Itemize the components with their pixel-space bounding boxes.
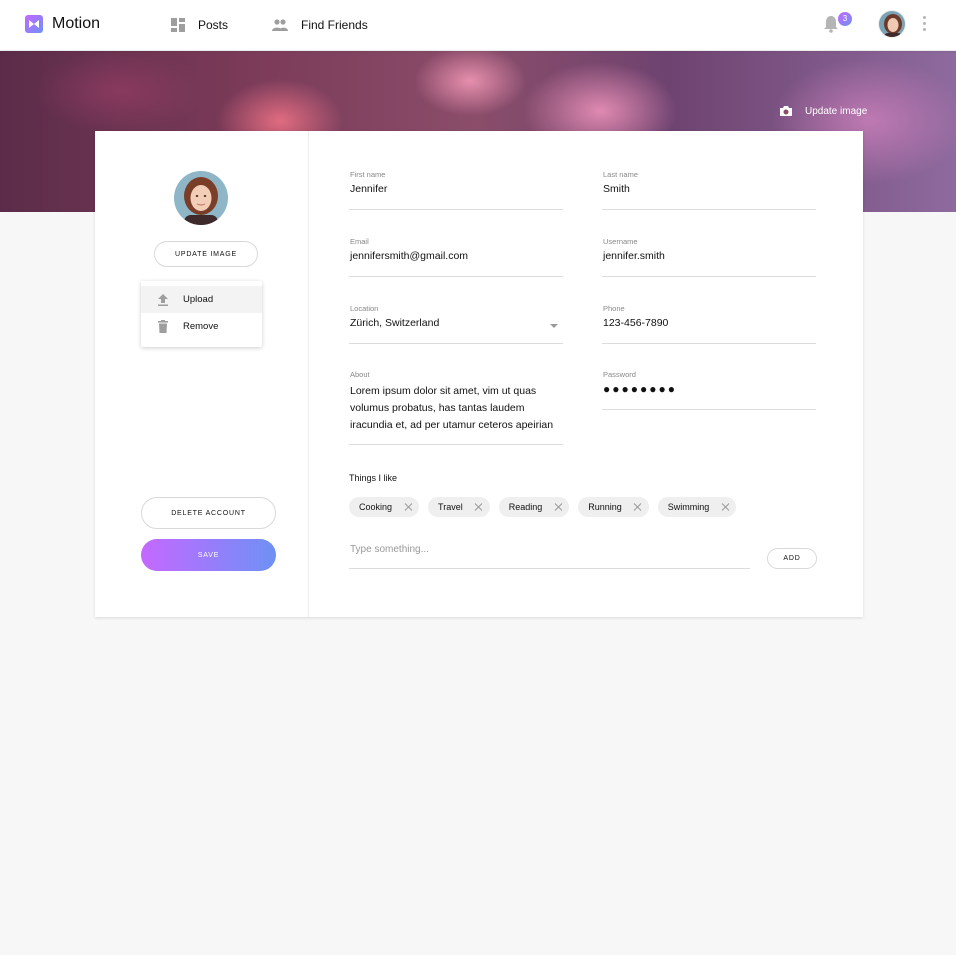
people-icon	[272, 19, 288, 31]
location-value[interactable]: Zürich, Switzerland	[350, 317, 550, 329]
email-field[interactable]: Email jennifersmith@gmail.com	[349, 237, 563, 277]
nav-item-label: Posts	[198, 18, 229, 32]
about-label: About	[350, 370, 370, 379]
first-name-field[interactable]: First name Jennifer	[349, 170, 563, 210]
tag-chip-label: Travel	[438, 502, 463, 512]
email-value[interactable]: jennifersmith@gmail.com	[350, 250, 550, 262]
email-label: Email	[350, 237, 369, 246]
last-name-label: Last name	[603, 170, 639, 179]
location-select[interactable]: Location Zürich, Switzerland	[349, 304, 563, 344]
notification-count-badge: 3	[838, 12, 852, 26]
username-label: Username	[603, 237, 638, 246]
chevron-down-icon[interactable]	[550, 324, 558, 328]
tag-chip-label: Reading	[508, 502, 543, 512]
tag-chip: Cooking	[349, 497, 420, 517]
user-avatar[interactable]	[878, 10, 906, 38]
brand-name[interactable]: Motion	[52, 15, 100, 33]
profile-avatar	[174, 171, 228, 225]
menu-item-label: Remove	[183, 321, 219, 332]
update-banner-image-button[interactable]: Update image	[779, 105, 867, 117]
motion-logo-icon[interactable]	[25, 15, 43, 33]
card-divider	[308, 131, 309, 617]
first-name-label: First name	[350, 170, 386, 179]
nav-item-find-friends[interactable]: Find Friends	[272, 16, 368, 34]
tag-input[interactable]	[350, 544, 740, 555]
close-icon[interactable]	[721, 503, 729, 511]
delete-account-button[interactable]: DELETE ACCOUNT	[141, 497, 276, 529]
phone-label: Phone	[603, 304, 625, 313]
tag-input-field[interactable]	[349, 540, 750, 569]
tag-chip-list: Cooking Travel Reading Running Swimming	[349, 497, 745, 517]
dashboard-icon	[171, 18, 185, 32]
update-image-button[interactable]: UPDATE IMAGE	[154, 241, 258, 267]
username-value[interactable]: jennifer.smith	[603, 250, 803, 262]
upload-icon	[158, 293, 168, 306]
tag-chip: Travel	[428, 497, 490, 517]
trash-icon	[158, 320, 168, 333]
top-navigation-bar: Motion Posts Find Friends 3	[0, 0, 956, 50]
menu-item-remove[interactable]: Remove	[141, 313, 262, 340]
tag-chip: Swimming	[657, 497, 737, 517]
save-button[interactable]: SAVE	[141, 539, 276, 571]
last-name-value[interactable]: Smith	[603, 183, 803, 195]
image-options-menu: Upload Remove	[141, 281, 262, 347]
location-label: Location	[350, 304, 379, 313]
phone-value[interactable]: 123-456-7890	[603, 317, 803, 329]
close-icon[interactable]	[634, 503, 642, 511]
menu-item-upload[interactable]: Upload	[141, 286, 262, 313]
close-icon[interactable]	[475, 503, 483, 511]
close-icon[interactable]	[554, 503, 562, 511]
tag-chip-label: Cooking	[359, 502, 393, 512]
things-i-like-label: Things I like	[349, 473, 398, 483]
add-tag-button[interactable]: ADD	[767, 548, 817, 569]
close-icon[interactable]	[404, 503, 412, 511]
last-name-field[interactable]: Last name Smith	[602, 170, 816, 210]
phone-field[interactable]: Phone 123-456-7890	[602, 304, 816, 344]
tag-chip-label: Swimming	[667, 502, 710, 512]
tag-chip-label: Running	[588, 502, 622, 512]
tag-chip: Reading	[498, 497, 570, 517]
about-field[interactable]: About Lorem ipsum dolor sit amet, vim ut…	[349, 370, 563, 445]
menu-item-label: Upload	[183, 294, 214, 305]
profile-edit-card: UPDATE IMAGE Upload Remove DELETE ACCOUN…	[95, 131, 863, 617]
about-value[interactable]: Lorem ipsum dolor sit amet, vim ut quas …	[350, 383, 562, 434]
tag-chip: Running	[578, 497, 649, 517]
password-value[interactable]: ●●●●●●●●	[603, 382, 803, 396]
nav-item-posts[interactable]: Posts	[171, 16, 228, 34]
password-label: Password	[603, 370, 636, 379]
password-field[interactable]: Password ●●●●●●●●	[602, 370, 816, 410]
more-options-icon[interactable]	[919, 16, 929, 34]
first-name-value[interactable]: Jennifer	[350, 183, 550, 195]
camera-icon	[780, 106, 792, 116]
nav-item-label: Find Friends	[301, 18, 368, 32]
username-field[interactable]: Username jennifer.smith	[602, 237, 816, 277]
update-image-label: Update image	[805, 105, 868, 117]
